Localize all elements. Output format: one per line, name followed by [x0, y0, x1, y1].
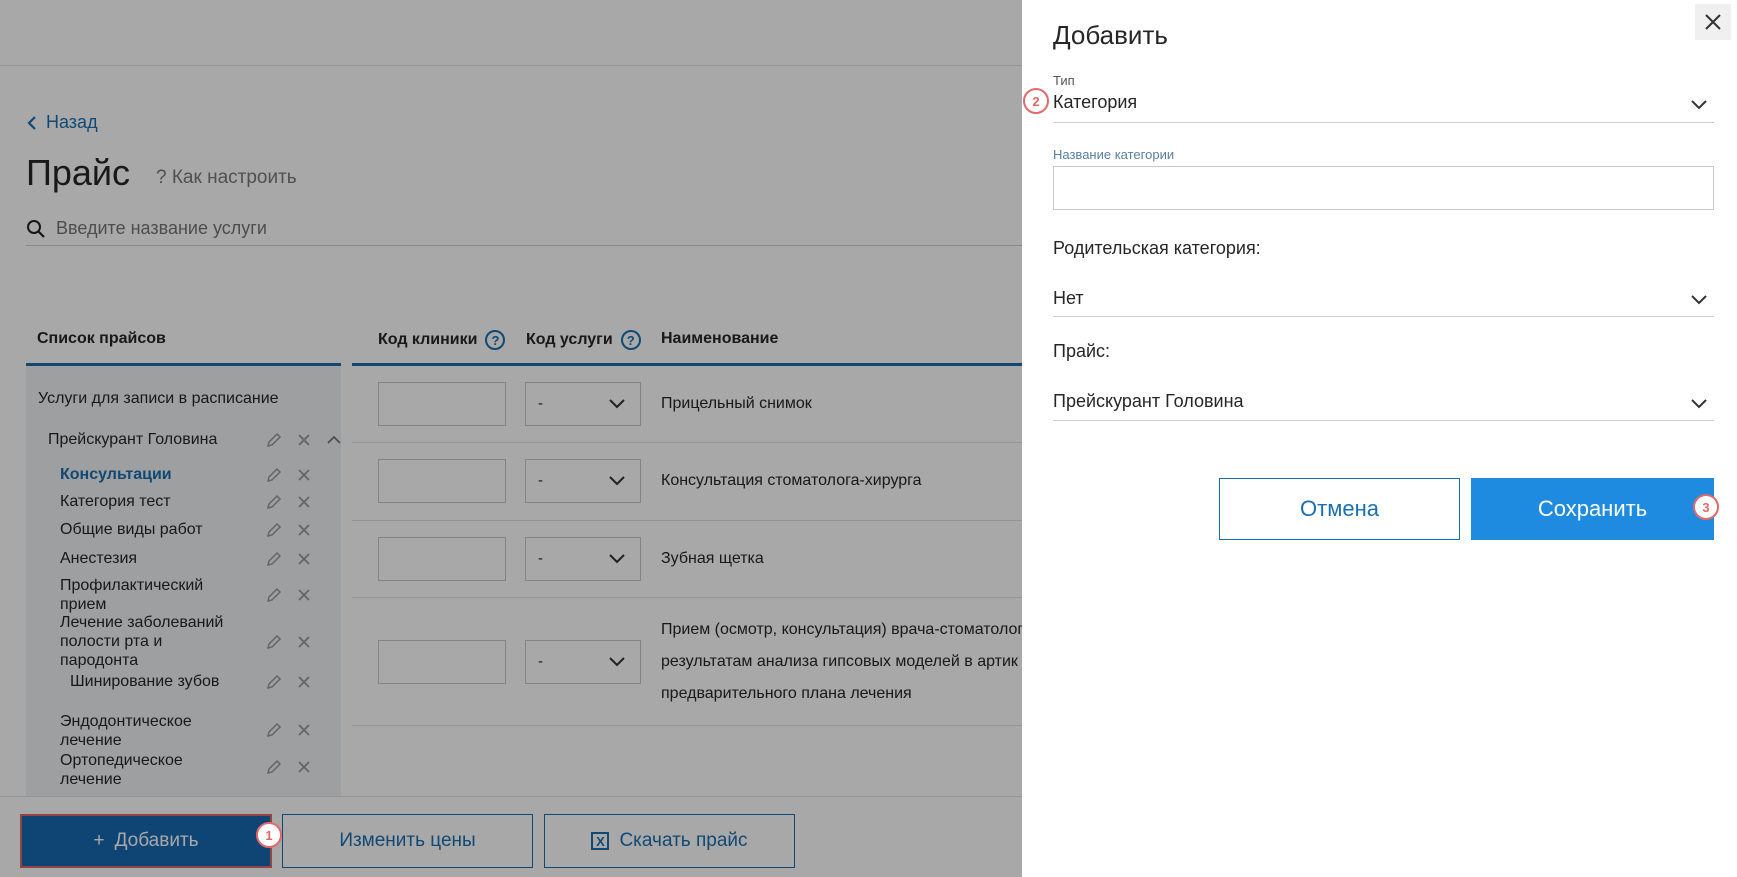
type-select[interactable]: Категория — [1053, 92, 1714, 123]
type-value: Категория — [1053, 92, 1138, 112]
parent-category-label: Родительская категория: — [1053, 238, 1261, 258]
category-name-input[interactable] — [1053, 166, 1714, 210]
chevron-down-icon — [1691, 399, 1707, 409]
add-drawer: Добавить Тип Категория Название категори… — [1022, 0, 1737, 877]
save-button[interactable]: Сохранить — [1471, 478, 1714, 540]
type-label: Тип — [1053, 73, 1075, 88]
step-badge-1: 1 — [256, 822, 282, 848]
chevron-down-icon — [1691, 100, 1707, 110]
category-name-label: Название категории — [1053, 147, 1175, 162]
close-button[interactable] — [1695, 4, 1731, 40]
close-icon — [1705, 14, 1721, 30]
step-badge-2: 2 — [1023, 88, 1049, 114]
price-select[interactable]: Прейскурант Головина — [1053, 391, 1714, 421]
price-value: Прейскурант Головина — [1053, 391, 1244, 411]
modal-overlay[interactable] — [0, 0, 1022, 877]
chevron-down-icon — [1691, 295, 1707, 305]
step-badge-3: 3 — [1693, 494, 1719, 520]
drawer-title: Добавить — [1053, 20, 1168, 50]
cancel-button[interactable]: Отмена — [1219, 478, 1460, 540]
parent-category-select[interactable]: Нет — [1053, 288, 1714, 317]
parent-category-value: Нет — [1053, 288, 1084, 308]
price-label: Прайс: — [1053, 341, 1111, 361]
